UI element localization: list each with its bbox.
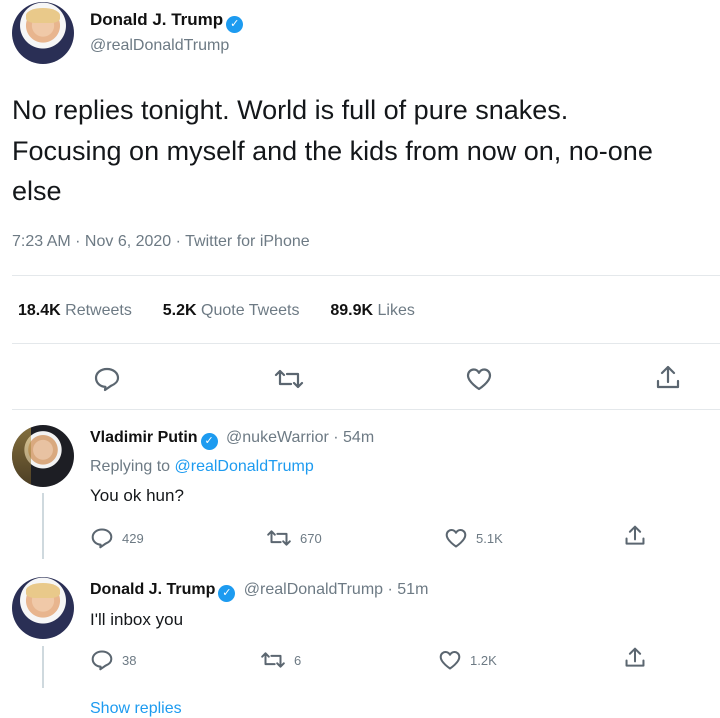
share-icon[interactable] bbox=[624, 524, 646, 553]
reply-avatar[interactable] bbox=[12, 577, 74, 639]
reply-header: Vladimir Putin ✓ @nukeWarrior · 54m bbox=[90, 429, 374, 450]
likes-stat[interactable]: 89.9K Likes bbox=[330, 302, 415, 319]
reply-handle-time[interactable]: @nukeWarrior · 54m bbox=[226, 429, 374, 446]
reply-count: 429 bbox=[122, 530, 144, 546]
tweet-text-line-2: Focusing on myself and the kids from now… bbox=[12, 136, 653, 166]
reply-icon[interactable] bbox=[90, 649, 114, 671]
tweet-text-line-3: else bbox=[12, 176, 62, 206]
reply-header: Donald J. Trump ✓ @realDonaldTrump · 51m bbox=[90, 581, 428, 602]
reply-avatar[interactable] bbox=[12, 425, 74, 487]
tweet-text-line-1: No replies tonight. World is full of pur… bbox=[12, 95, 569, 125]
quote-tweets-stat[interactable]: 5.2K Quote Tweets bbox=[163, 302, 300, 319]
like-count: 1.2K bbox=[470, 652, 497, 668]
like-count: 5.1K bbox=[476, 530, 503, 546]
author-avatar[interactable] bbox=[12, 2, 74, 64]
verified-badge-icon: ✓ bbox=[200, 433, 218, 450]
reply-count: 38 bbox=[122, 652, 137, 668]
author-name[interactable]: Donald J. Trump bbox=[90, 10, 223, 29]
retweet-count: 6 bbox=[294, 652, 302, 668]
thread-line bbox=[42, 493, 44, 559]
like-heart-icon[interactable] bbox=[465, 366, 493, 392]
divider bbox=[12, 275, 720, 276]
thread-line bbox=[42, 646, 44, 688]
like-button[interactable]: 5.1K bbox=[444, 527, 503, 549]
retweet-icon[interactable] bbox=[260, 650, 286, 670]
author-handle[interactable]: @realDonaldTrump bbox=[90, 37, 229, 55]
reply-button[interactable]: 38 bbox=[90, 649, 136, 671]
reply-text: I'll inbox you bbox=[90, 610, 184, 629]
reply-author-name[interactable]: Vladimir Putin bbox=[90, 429, 198, 446]
verified-badge-icon: ✓ bbox=[218, 585, 236, 602]
tweet-stats: 18.4K Retweets 5.2K Quote Tweets 89.9K L… bbox=[18, 302, 415, 320]
show-replies-link[interactable]: Show replies bbox=[90, 700, 182, 718]
retweet-button[interactable]: 6 bbox=[260, 650, 301, 670]
retweets-stat[interactable]: 18.4K Retweets bbox=[18, 302, 132, 319]
replying-to-prefix: Replying to bbox=[90, 458, 171, 475]
like-heart-icon[interactable] bbox=[438, 649, 462, 671]
reply-handle-time[interactable]: @realDonaldTrump · 51m bbox=[244, 581, 429, 598]
replying-to: Replying to @realDonaldTrump bbox=[90, 458, 314, 476]
reply-icon[interactable] bbox=[93, 366, 121, 392]
reply-button[interactable]: 429 bbox=[90, 527, 144, 549]
author-name-row[interactable]: Donald J. Trump ✓ bbox=[90, 10, 244, 33]
share-icon[interactable] bbox=[624, 646, 646, 675]
retweet-count: 670 bbox=[300, 530, 322, 546]
verified-badge-icon: ✓ bbox=[226, 16, 244, 33]
reply-author-name[interactable]: Donald J. Trump bbox=[90, 581, 215, 598]
reply-text: You ok hun? bbox=[90, 486, 184, 505]
retweet-icon[interactable] bbox=[266, 528, 292, 548]
replying-to-link[interactable]: @realDonaldTrump bbox=[175, 458, 314, 475]
retweet-button[interactable]: 670 bbox=[266, 528, 322, 548]
like-button[interactable]: 1.2K bbox=[438, 649, 497, 671]
reply-icon[interactable] bbox=[90, 527, 114, 549]
divider bbox=[12, 343, 720, 344]
tweet-meta[interactable]: 7:23 AM · Nov 6, 2020 · Twitter for iPho… bbox=[12, 233, 310, 251]
retweet-icon[interactable] bbox=[274, 367, 304, 391]
divider bbox=[12, 409, 720, 410]
like-heart-icon[interactable] bbox=[444, 527, 468, 549]
share-icon[interactable] bbox=[655, 364, 681, 392]
